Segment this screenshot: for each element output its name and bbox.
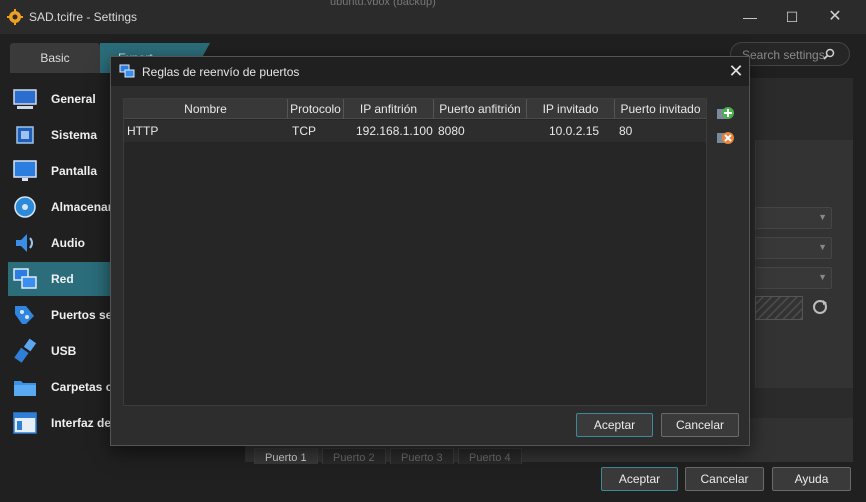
table-row[interactable]: HTTP TCP 192.168.1.100 8080 10.0.2.15 80 <box>124 120 706 142</box>
add-rule-icon[interactable] <box>715 104 735 124</box>
search-placeholder: Search settings <box>742 48 825 62</box>
sidebar-item-label: Pantalla <box>51 164 98 178</box>
cell-puerto-invitado[interactable]: 80 <box>619 120 632 142</box>
speaker-icon <box>16 234 33 252</box>
adapter-type-combo[interactable]: ▼ <box>755 267 832 289</box>
window-titlebar: SAD.tcifre - Settings ubuntu.vbox (backu… <box>0 0 866 34</box>
attached-to-combo[interactable]: ▼ <box>755 207 832 229</box>
monitor-icon <box>13 160 37 181</box>
search-icon <box>823 48 835 60</box>
tab-puerto-2[interactable]: Puerto 2 <box>322 448 386 464</box>
help-button[interactable]: Ayuda <box>772 467 851 491</box>
sidebar-item-label: Red <box>51 272 74 286</box>
window-icon <box>13 412 37 434</box>
network-icon <box>119 64 135 78</box>
sidebar-item-label: USB <box>51 344 77 358</box>
tab-basic[interactable]: Basic <box>10 43 100 73</box>
adapter-name-combo[interactable]: ▼ <box>755 237 832 259</box>
column-header-ip-invitado[interactable]: IP invitado <box>527 99 615 119</box>
table-header: Nombre Protocolo IP anfitrión Puerto anf… <box>124 99 706 119</box>
tab-puerto-3[interactable]: Puerto 3 <box>390 448 454 464</box>
folder-icon <box>14 381 36 396</box>
general-icon <box>13 89 37 109</box>
port-rules-table[interactable]: Nombre Protocolo IP anfitrión Puerto anf… <box>123 98 707 406</box>
column-header-puerto-anfitrion[interactable]: Puerto anfitrión <box>434 99 527 119</box>
window-title: SAD.tcifre - Settings <box>29 10 138 24</box>
chip-icon <box>16 126 34 144</box>
cell-protocolo[interactable]: TCP <box>292 120 316 142</box>
minimize-button[interactable]: — <box>738 6 762 28</box>
dialog-close-button[interactable]: ✕ <box>725 60 747 82</box>
cell-ip-anfitrion[interactable]: 192.168.1.100 <box>356 120 433 142</box>
network-icon <box>13 268 37 289</box>
main-ok-button[interactable]: Aceptar <box>601 467 678 491</box>
tab-puerto-4[interactable]: Puerto 4 <box>458 448 522 464</box>
cell-puerto-anfitrion[interactable]: 8080 <box>438 120 465 142</box>
sidebar-item-label: Audio <box>51 236 85 250</box>
serial-port-icon <box>15 306 34 324</box>
tab-puerto-1[interactable]: Puerto 1 <box>254 448 318 464</box>
dialog-ok-button[interactable]: Aceptar <box>576 413 653 437</box>
column-header-protocolo[interactable]: Protocolo <box>288 99 344 119</box>
maximize-button[interactable]: ☐ <box>780 6 804 28</box>
close-window-button[interactable]: ✕ <box>823 6 847 28</box>
column-header-ip-anfitrion[interactable]: IP anfitrión <box>344 99 434 119</box>
disk-icon <box>14 196 36 218</box>
cell-nombre[interactable]: HTTP <box>127 120 158 142</box>
column-header-nombre[interactable]: Nombre <box>124 99 288 119</box>
background-window-title: ubuntu.vbox (backup) <box>330 0 436 8</box>
main-cancel-button[interactable]: Cancelar <box>685 467 764 491</box>
adapter-options-panel <box>755 140 853 388</box>
dialog-cancel-button[interactable]: Cancelar <box>661 413 739 437</box>
dialog-title: Reglas de reenvío de puertos <box>142 65 300 79</box>
column-header-puerto-invitado[interactable]: Puerto invitado <box>615 99 706 119</box>
port-forwarding-dialog: Reglas de reenvío de puertos ✕ Nombre Pr… <box>110 56 750 446</box>
mac-address-field[interactable] <box>755 296 803 320</box>
sidebar-item-label: Sistema <box>51 128 98 142</box>
dialog-titlebar: Reglas de reenvío de puertos ✕ <box>111 57 749 86</box>
virtualbox-gear-icon <box>7 9 23 25</box>
usb-icon <box>14 338 37 363</box>
sidebar-item-label: General <box>51 92 96 106</box>
refresh-mac-icon[interactable] <box>812 299 828 315</box>
cell-ip-invitado[interactable]: 10.0.2.15 <box>549 120 599 142</box>
remove-rule-icon[interactable] <box>715 128 735 148</box>
